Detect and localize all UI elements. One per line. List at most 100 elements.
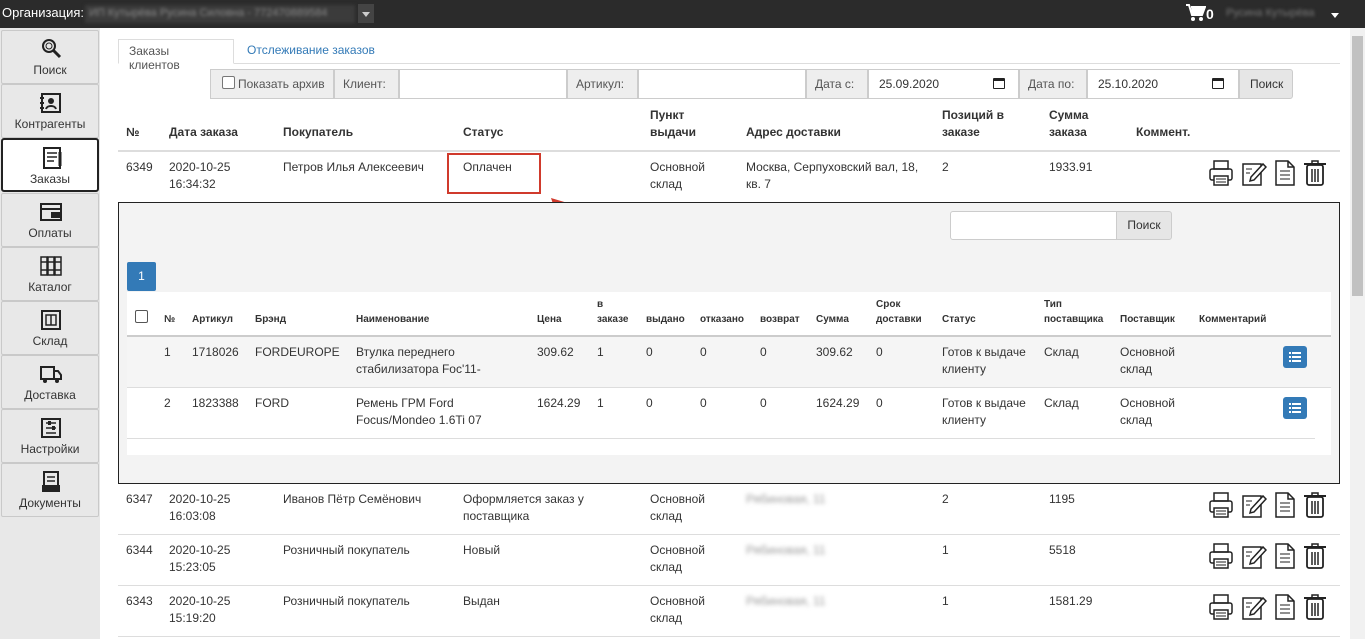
show-archive-checkbox[interactable] (222, 76, 235, 89)
document-icon[interactable] (1272, 159, 1298, 187)
order-address: Москва, Серпуховский вал, 18, (746, 160, 919, 174)
order-num[interactable]: 6344 (126, 542, 153, 559)
date-to-value: 25.10.2020 (1098, 77, 1159, 91)
order-date: 2020-10-25 (169, 492, 231, 506)
edit-icon[interactable] (1241, 159, 1267, 187)
order-time: 15:19:20 (169, 611, 216, 625)
delete-icon[interactable] (1302, 593, 1328, 621)
order-sum: 1195 (1049, 492, 1075, 506)
item-num: 2 (164, 396, 171, 410)
col-header-pickup-1: Пункт (650, 108, 685, 122)
status-highlight-box (447, 153, 541, 194)
delete-icon[interactable] (1302, 542, 1328, 570)
user-menu[interactable]: Русина Кутырёва (1226, 7, 1326, 21)
order-sum: 1933.91 (1049, 160, 1093, 174)
order-num[interactable]: 6347 (126, 491, 153, 508)
user-menu-chevron-icon[interactable] (1331, 13, 1339, 18)
filter-search-button[interactable]: Поиск (1239, 69, 1293, 99)
item-article: 1718026 (192, 345, 239, 359)
order-pickup: склад (650, 509, 683, 523)
client-input[interactable] (399, 69, 567, 99)
col-header-date: Дата заказа (169, 125, 238, 139)
sidebar-item-delivery[interactable]: Доставка (1, 355, 99, 409)
sidebar-item-orders[interactable]: Заказы (1, 138, 99, 192)
cart-icon[interactable] (1186, 4, 1207, 25)
item-price: 309.62 (537, 345, 574, 359)
item-col-refused: отказано (700, 314, 744, 325)
item-returned: 0 (760, 396, 767, 410)
col-header-positions-2: заказе (942, 125, 980, 139)
orders-icon (43, 147, 62, 169)
organization-select[interactable]: ИП Кутырёва Русина Силовна - 77247088958… (85, 5, 355, 23)
print-icon[interactable] (1208, 159, 1234, 187)
tab-customer-orders[interactable]: Заказы клиентов (118, 39, 234, 72)
item-sum: 309.62 (816, 345, 853, 359)
order-status: Оформляется заказ у (463, 492, 584, 506)
delete-icon[interactable] (1302, 491, 1328, 519)
sidebar-item-label: Поиск (33, 63, 67, 77)
detail-search-button[interactable]: Поиск (1116, 211, 1172, 240)
print-icon[interactable] (1208, 542, 1234, 570)
item-in-order: 1 (597, 396, 604, 410)
item-supplier: склад (1120, 362, 1153, 376)
show-archive-label: Показать архив (238, 77, 325, 91)
chevron-down-icon[interactable] (358, 4, 374, 23)
order-num[interactable]: 6343 (126, 593, 153, 610)
order-address: Рябиновая, 11 (746, 543, 826, 557)
article-input[interactable] (638, 69, 806, 99)
order-pickup: Основной (650, 594, 706, 608)
scrollbar-thumb[interactable] (1352, 36, 1363, 296)
item-status: клиенту (942, 362, 987, 376)
sidebar-item-documents[interactable]: Документы (1, 463, 99, 517)
print-icon[interactable] (1208, 593, 1234, 621)
edit-icon[interactable] (1241, 491, 1267, 519)
item-price: 1624.29 (537, 396, 581, 410)
order-num[interactable]: 6349 (126, 159, 153, 176)
order-address: Рябиновая, 11 (746, 492, 826, 506)
order-sum: 1581.29 (1049, 594, 1093, 608)
print-icon[interactable] (1208, 491, 1234, 519)
sidebar-item-contractors[interactable]: Контрагенты (1, 84, 99, 138)
select-all-checkbox[interactable] (135, 310, 148, 323)
item-col-comment: Комментарий (1199, 314, 1267, 325)
calendar-icon[interactable] (1212, 78, 1224, 89)
order-date: 2020-10-25 (169, 543, 231, 557)
item-details-button[interactable] (1283, 397, 1307, 419)
article-label: Артикул: (567, 69, 638, 99)
sidebar-item-warehouse[interactable]: Склад (1, 301, 99, 355)
item-name: Ремень ГРМ Ford (356, 396, 454, 410)
list-icon (1289, 352, 1301, 362)
tab-order-tracking[interactable]: Отслеживание заказов (237, 39, 385, 64)
detail-search-input[interactable] (950, 211, 1117, 240)
magnifier-icon (42, 39, 62, 59)
sidebar-item-search[interactable]: Поиск (1, 30, 99, 84)
item-status: Готов к выдаче (942, 345, 1026, 359)
document-icon[interactable] (1272, 491, 1298, 519)
order-actions (1208, 542, 1332, 570)
item-name: Focus/Mondeo 1.6Ti 07 (356, 413, 482, 427)
order-positions: 1 (942, 543, 949, 557)
pagination-page-1[interactable]: 1 (127, 262, 156, 291)
item-col-sum: Сумма (816, 314, 849, 325)
catalog-icon (40, 256, 62, 276)
sidebar-item-catalog[interactable]: Каталог (1, 247, 99, 301)
edit-icon[interactable] (1241, 593, 1267, 621)
document-icon[interactable] (1272, 542, 1298, 570)
document-icon[interactable] (1272, 593, 1298, 621)
cart-count[interactable]: 0 (1206, 6, 1214, 22)
sidebar-item-label: Доставка (24, 388, 76, 402)
calendar-icon[interactable] (993, 78, 1005, 89)
item-details-button[interactable] (1283, 346, 1307, 368)
col-header-address: Адрес доставки (746, 125, 841, 139)
col-header-buyer: Покупатель (283, 125, 354, 139)
order-actions (1208, 593, 1332, 621)
item-status: клиенту (942, 413, 987, 427)
date-to-label: Дата по: (1019, 69, 1087, 99)
sidebar-item-settings[interactable]: Настройки (1, 409, 99, 463)
sidebar-item-payments[interactable]: Оплаты (1, 193, 99, 247)
edit-icon[interactable] (1241, 542, 1267, 570)
item-supplier-type: Склад (1044, 396, 1079, 410)
delete-icon[interactable] (1302, 159, 1328, 187)
date-from-label: Дата с: (806, 69, 868, 99)
sidebar-item-label: Настройки (20, 442, 80, 456)
